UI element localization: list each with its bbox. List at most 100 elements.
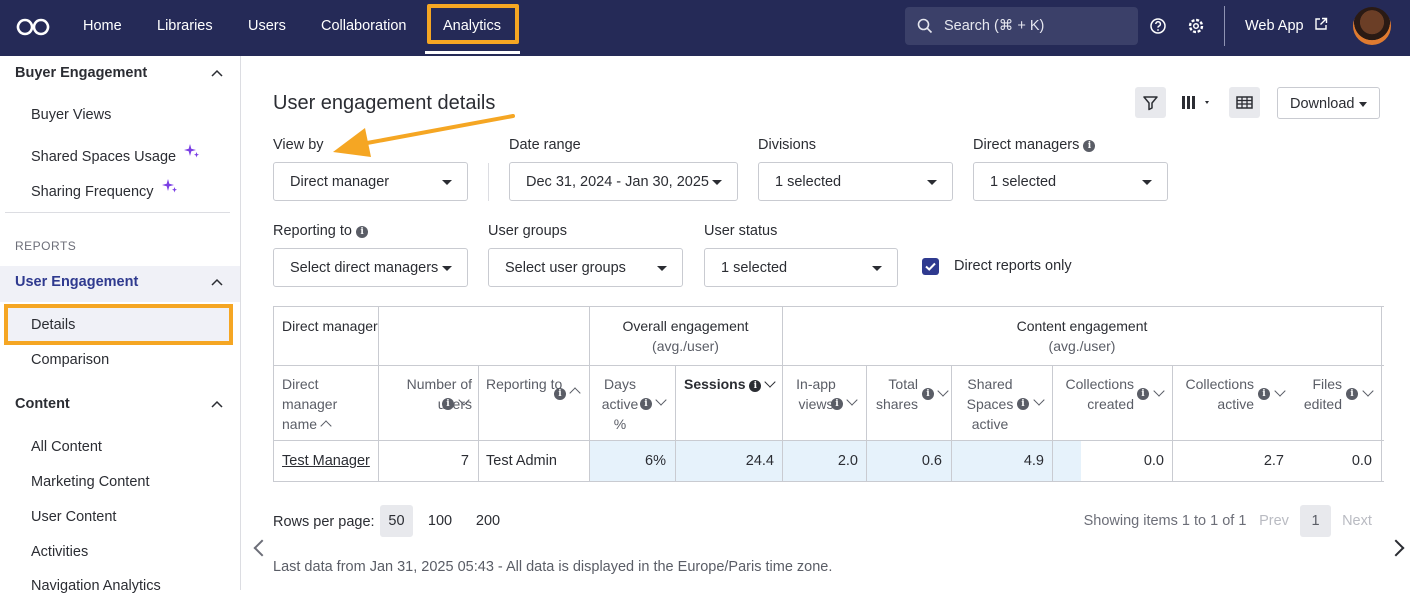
info-icon[interactable]: i [356, 226, 369, 238]
user-status-value: 1 selected [721, 260, 788, 276]
nav-home[interactable]: Home [83, 0, 122, 52]
user-status-dropdown[interactable]: 1 selected [704, 248, 898, 287]
group-header-overall-title: Overall engagement [622, 318, 749, 334]
info-icon[interactable]: i [640, 398, 652, 410]
column-header-label: Days active % [601, 376, 639, 432]
page-1-button[interactable]: 1 [1300, 505, 1331, 537]
column-header-sessions[interactable]: Sessions i [684, 374, 777, 394]
nav-collaboration[interactable]: Collaboration [321, 0, 406, 52]
table-view-button[interactable] [1229, 87, 1260, 118]
info-icon[interactable]: i [1346, 388, 1358, 400]
view-by-dropdown[interactable]: Direct manager [273, 162, 468, 201]
column-header-days-active[interactable]: Days active % [595, 374, 645, 434]
sidebar-item-details[interactable]: Details [31, 317, 75, 333]
sidebar-item-all-content[interactable]: All Content [31, 439, 102, 455]
direct-managers-label-text: Direct managers [973, 137, 1080, 153]
group-header-content-sub: (avg./user) [1048, 338, 1116, 354]
column-header-collections-active[interactable]: Collections active [1178, 374, 1254, 414]
chevron-up-icon[interactable] [211, 400, 223, 408]
sidebar-section-content[interactable]: Content [15, 396, 70, 412]
download-dropdown[interactable]: Download [1277, 87, 1380, 119]
filter-button[interactable] [1135, 87, 1166, 118]
info-icon[interactable]: i [831, 398, 843, 410]
sort-icon[interactable] [1033, 394, 1045, 406]
sidebar-item-navigation-analytics[interactable]: Navigation Analytics [31, 578, 161, 594]
nav-analytics[interactable]: Analytics [443, 0, 501, 52]
sidebar-item-user-content[interactable]: User Content [31, 509, 116, 525]
chevron-up-icon[interactable] [211, 69, 223, 77]
column-divider [478, 365, 479, 481]
info-icon[interactable]: i [554, 388, 566, 400]
direct-reports-checkbox[interactable] [922, 258, 939, 275]
logo-icon[interactable] [16, 16, 50, 38]
avatar[interactable] [1353, 7, 1391, 45]
sort-icon[interactable] [1153, 385, 1165, 397]
sidebar-item-buyer-views[interactable]: Buyer Views [31, 107, 111, 123]
rows-per-page-100[interactable]: 100 [423, 505, 457, 537]
help-icon[interactable] [1148, 16, 1168, 36]
sort-icon[interactable] [764, 376, 777, 388]
info-icon[interactable]: i [1137, 388, 1149, 400]
rows-per-page-50[interactable]: 50 [380, 505, 413, 537]
info-icon[interactable]: i [749, 380, 762, 392]
external-link-icon [1314, 17, 1327, 30]
sort-icon[interactable] [846, 394, 858, 406]
divisions-dropdown[interactable]: 1 selected [758, 162, 953, 201]
column-header-direct-manager-name[interactable]: Direct manager name [282, 374, 372, 434]
sidebar-item-activities[interactable]: Activities [31, 544, 88, 560]
direct-manager-link[interactable]: Test Manager [282, 453, 370, 469]
showing-items-text: Showing items 1 to 1 of 1 [1083, 513, 1247, 529]
caret-down-icon [1142, 180, 1152, 185]
reporting-to-dropdown[interactable]: Select direct managers [273, 248, 468, 287]
table-cell-number-of-users: 7 [460, 453, 469, 469]
scroll-right-icon[interactable] [1387, 539, 1405, 557]
sidebar-item-sharing-frequency[interactable]: Sharing Frequency [31, 178, 178, 200]
column-header-number-of-users[interactable]: Number of users [384, 374, 472, 414]
search-icon [917, 18, 933, 34]
gear-icon[interactable] [1186, 16, 1206, 36]
sidebar-item-shared-spaces-usage[interactable]: Shared Spaces Usage [31, 143, 200, 165]
sidebar-section-user-engagement[interactable]: User Engagement [15, 274, 138, 290]
info-icon[interactable]: i [922, 388, 934, 400]
view-by-value: Direct manager [290, 174, 390, 190]
chevron-up-icon[interactable] [211, 278, 223, 286]
column-header-total-shares[interactable]: Total shares [874, 374, 918, 414]
column-header-label: Total shares [875, 376, 918, 412]
direct-managers-dropdown[interactable]: 1 selected [973, 162, 1168, 201]
sort-icon[interactable] [655, 394, 667, 406]
table-cell-days-active: 6% [645, 453, 666, 469]
info-icon[interactable]: i [1017, 398, 1029, 410]
scroll-left-icon[interactable] [253, 539, 271, 557]
prev-page-button[interactable]: Prev [1256, 505, 1292, 537]
next-page-button[interactable]: Next [1338, 505, 1376, 537]
sort-icon[interactable] [1274, 385, 1286, 397]
divisions-label: Divisions [758, 137, 817, 153]
web-app-link[interactable]: Web App [1245, 17, 1328, 34]
sort-icon[interactable] [1362, 385, 1374, 397]
column-header-label: Files edited [1303, 376, 1342, 412]
data-freshness-note: Last data from Jan 31, 2025 05:43 - All … [273, 559, 833, 575]
sidebar-section-buyer-engagement[interactable]: Buyer Engagement [15, 65, 147, 81]
info-icon[interactable]: i [442, 398, 454, 410]
column-header-shared-spaces-active[interactable]: Shared Spaces active [958, 374, 1022, 434]
info-icon[interactable]: i [1083, 140, 1096, 152]
nav-users[interactable]: Users [248, 0, 286, 52]
sort-ascending-icon[interactable] [320, 420, 332, 432]
user-groups-dropdown[interactable]: Select user groups [488, 248, 683, 287]
date-range-dropdown[interactable]: Dec 31, 2024 - Jan 30, 2025 [509, 162, 738, 201]
rows-per-page-200[interactable]: 200 [470, 505, 506, 537]
columns-button[interactable] [1176, 87, 1218, 118]
sidebar-item-marketing-content[interactable]: Marketing Content [31, 474, 149, 490]
rows-per-page-label: Rows per page: [273, 514, 375, 530]
table-cell-total-shares: 0.6 [921, 453, 942, 469]
sort-icon[interactable] [937, 385, 949, 397]
search-input[interactable]: Search (⌘ + K) [905, 7, 1138, 45]
sidebar-item-comparison[interactable]: Comparison [31, 352, 109, 368]
view-by-label: View by [273, 137, 324, 153]
column-header-collections-created[interactable]: Collections created [1058, 374, 1134, 414]
column-header-label: Collections created [1065, 376, 1134, 412]
info-icon[interactable]: i [1258, 388, 1270, 400]
nav-libraries[interactable]: Libraries [157, 0, 213, 52]
active-tab-underline [425, 51, 520, 54]
column-header-files-edited[interactable]: Files edited [1290, 374, 1342, 414]
